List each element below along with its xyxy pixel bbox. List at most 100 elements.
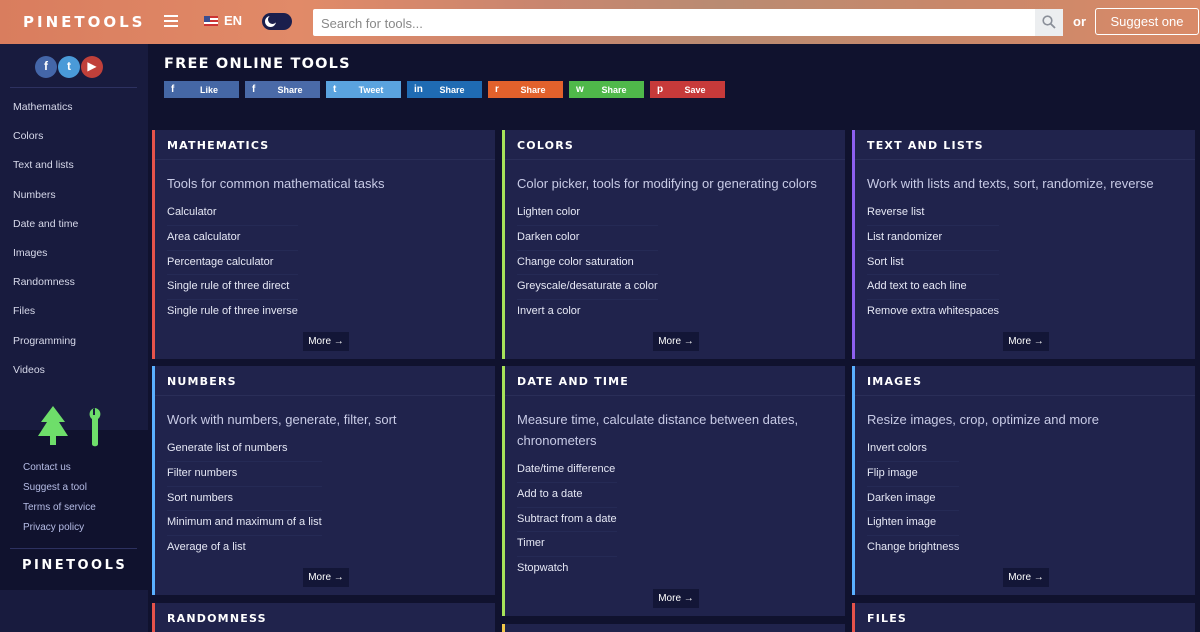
tool-link[interactable]: Minimum and maximum of a list bbox=[167, 511, 322, 537]
facebook-share-button[interactable]: f Share bbox=[245, 81, 320, 98]
moon-icon bbox=[265, 15, 277, 27]
card-title[interactable]: COLORS bbox=[517, 139, 574, 152]
tool-link[interactable]: Sort numbers bbox=[167, 487, 322, 512]
card-mathematics: MATHEMATICS Tools for common mathematica… bbox=[152, 130, 495, 359]
sidebar-item-mathematics[interactable]: Mathematics bbox=[13, 101, 78, 130]
suggest-button[interactable]: Suggest one bbox=[1095, 8, 1199, 35]
tool-link[interactable]: Subtract from a date bbox=[517, 508, 617, 533]
card-numbers: NUMBERS Work with numbers, generate, fil… bbox=[152, 366, 495, 595]
tool-link[interactable]: Invert colors bbox=[867, 437, 960, 462]
contact-link[interactable]: Contact us bbox=[23, 462, 96, 482]
language-selector[interactable]: EN bbox=[204, 13, 242, 28]
sidebar-nav: Mathematics Colors Text and lists Number… bbox=[13, 101, 78, 393]
youtube-icon[interactable]: ▶ bbox=[81, 56, 103, 78]
sidebar-item-colors[interactable]: Colors bbox=[13, 130, 78, 159]
pinterest-save-button[interactable]: p Save bbox=[650, 81, 725, 98]
tool-list: Generate list of numbers Filter numbers … bbox=[167, 437, 322, 561]
twitter-icon: t bbox=[333, 84, 337, 95]
linkedin-icon: in bbox=[414, 84, 423, 95]
sidebar-item-programming[interactable]: Programming bbox=[13, 335, 78, 364]
card-title[interactable]: RANDOMNESS bbox=[167, 612, 267, 625]
more-button[interactable]: More → bbox=[1003, 568, 1049, 587]
more-button[interactable]: More → bbox=[653, 332, 699, 351]
tool-link[interactable]: Change color saturation bbox=[517, 251, 658, 276]
facebook-like-button[interactable]: f Like bbox=[164, 81, 239, 98]
sidebar-item-videos[interactable]: Videos bbox=[13, 364, 78, 393]
card-randomness: RANDOMNESS bbox=[152, 603, 495, 632]
sidebar-item-images[interactable]: Images bbox=[13, 247, 78, 276]
card-title[interactable]: DATE AND TIME bbox=[517, 375, 629, 388]
tool-link[interactable]: Greyscale/desaturate a color bbox=[517, 275, 658, 301]
tool-link[interactable]: Single rule of three inverse bbox=[167, 300, 298, 325]
tool-link[interactable]: Sort list bbox=[867, 251, 1000, 276]
tool-link[interactable]: Percentage calculator bbox=[167, 251, 298, 276]
card-title[interactable]: NUMBERS bbox=[167, 375, 237, 388]
more-button[interactable]: More → bbox=[653, 589, 699, 608]
tool-link[interactable]: Area calculator bbox=[167, 226, 298, 251]
page-title: FREE ONLINE TOOLS bbox=[164, 56, 351, 72]
card-title[interactable]: IMAGES bbox=[867, 375, 922, 388]
more-button[interactable]: More → bbox=[303, 332, 349, 351]
footer-logo[interactable]: PINETOOLS bbox=[22, 558, 127, 573]
or-text: or bbox=[1073, 14, 1086, 29]
sidebar-item-text-and-lists[interactable]: Text and lists bbox=[13, 159, 78, 188]
tool-link[interactable]: Filter numbers bbox=[167, 462, 322, 487]
more-button[interactable]: More → bbox=[1003, 332, 1049, 351]
linkedin-share-button[interactable]: in Share bbox=[407, 81, 482, 98]
twitter-tweet-button[interactable]: t Tweet bbox=[326, 81, 401, 98]
search-input[interactable] bbox=[319, 13, 1023, 34]
sidebar-item-randomness[interactable]: Randomness bbox=[13, 276, 78, 305]
tool-link[interactable]: Darken color bbox=[517, 226, 658, 251]
tool-link[interactable]: Add text to each line bbox=[867, 275, 1000, 301]
terms-link[interactable]: Terms of service bbox=[23, 502, 96, 522]
card-description: Resize images, crop, optimize and more bbox=[867, 412, 1099, 427]
sidebar-item-files[interactable]: Files bbox=[13, 305, 78, 334]
divider bbox=[505, 159, 845, 160]
logo[interactable]: PINETOOLS bbox=[23, 13, 145, 31]
facebook-icon: f bbox=[171, 84, 175, 95]
card-date-and-time: DATE AND TIME Measure time, calculate di… bbox=[502, 366, 845, 616]
whatsapp-share-button[interactable]: w Share bbox=[569, 81, 644, 98]
sidebar: f t ▶ Mathematics Colors Text and lists … bbox=[0, 44, 148, 632]
tool-link[interactable]: List randomizer bbox=[867, 226, 1000, 251]
tool-link[interactable]: Timer bbox=[517, 532, 617, 558]
tool-link[interactable]: Stopwatch bbox=[517, 557, 617, 582]
tool-link[interactable]: Invert a color bbox=[517, 300, 658, 325]
tool-link[interactable]: Lighten color bbox=[517, 201, 658, 226]
language-label: EN bbox=[224, 13, 243, 28]
tool-list: Date/time difference Add to a date Subtr… bbox=[517, 458, 617, 582]
reddit-share-button[interactable]: r Share bbox=[488, 81, 563, 98]
sidebar-item-numbers[interactable]: Numbers bbox=[13, 189, 78, 218]
divider bbox=[855, 159, 1195, 160]
tool-link[interactable]: Lighten image bbox=[867, 511, 960, 537]
card-title[interactable]: MATHEMATICS bbox=[167, 139, 269, 152]
tool-link[interactable]: Remove extra whitespaces bbox=[867, 300, 999, 325]
tool-link[interactable]: Flip image bbox=[867, 462, 960, 487]
search-button[interactable] bbox=[1035, 9, 1063, 36]
suggest-tool-link[interactable]: Suggest a tool bbox=[23, 482, 96, 502]
tool-link[interactable]: Change brightness bbox=[867, 536, 959, 561]
tool-link[interactable]: Generate list of numbers bbox=[167, 437, 322, 462]
privacy-link[interactable]: Privacy policy bbox=[23, 522, 96, 542]
tool-link[interactable]: Single rule of three direct bbox=[167, 275, 298, 301]
tool-link[interactable]: Add to a date bbox=[517, 483, 617, 508]
card-title[interactable]: TEXT AND LISTS bbox=[867, 139, 984, 152]
tool-link[interactable]: Date/time difference bbox=[517, 458, 617, 483]
tool-link[interactable]: Average of a list bbox=[167, 536, 322, 561]
tool-link[interactable]: Calculator bbox=[167, 201, 298, 226]
tool-link[interactable]: Darken image bbox=[867, 487, 960, 512]
top-bar: PINETOOLS EN or Suggest one bbox=[0, 0, 1200, 44]
pine-and-wrench-icon bbox=[38, 406, 101, 447]
tool-list: Reverse list List randomizer Sort list A… bbox=[867, 201, 1000, 325]
tool-link[interactable]: Reverse list bbox=[867, 201, 1000, 226]
card-images: IMAGES Resize images, crop, optimize and… bbox=[852, 366, 1195, 595]
search-box bbox=[313, 9, 1063, 36]
more-button[interactable]: More → bbox=[303, 568, 349, 587]
facebook-icon[interactable]: f bbox=[35, 56, 57, 78]
menu-icon[interactable] bbox=[164, 15, 178, 27]
dark-mode-toggle[interactable] bbox=[262, 13, 292, 30]
sidebar-item-date-and-time[interactable]: Date and time bbox=[13, 218, 78, 247]
card-text-and-lists: TEXT AND LISTS Work with lists and texts… bbox=[852, 130, 1195, 359]
twitter-icon[interactable]: t bbox=[58, 56, 80, 78]
card-title[interactable]: FILES bbox=[867, 612, 907, 625]
